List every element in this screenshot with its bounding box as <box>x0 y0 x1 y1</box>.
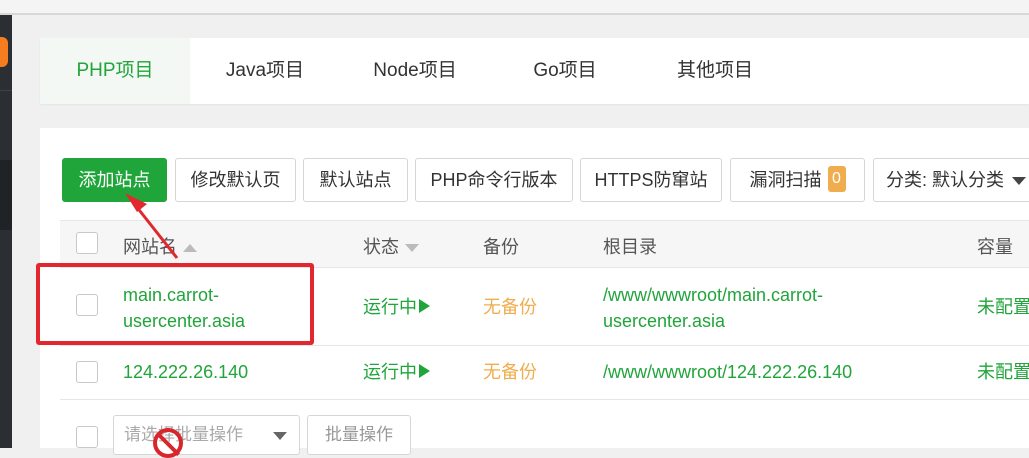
table-row: 124.222.26.140 运行中 无备份 /www/wwwroot/124.… <box>60 346 1029 400</box>
col-capacity: 容量 <box>977 237 1013 257</box>
capacity-link[interactable]: 未配置 <box>977 294 1029 320</box>
https-anti-hijack-button[interactable]: HTTPS防窜站 <box>580 158 722 202</box>
chevron-down-icon <box>1012 177 1027 186</box>
col-status[interactable]: 状态 <box>363 233 419 259</box>
col-root-dir: 根目录 <box>603 237 657 257</box>
table-header: 网站名 状态 备份 根目录 容量 <box>60 220 1029 268</box>
vuln-count-badge: 0 <box>827 166 846 193</box>
sort-desc-icon <box>405 244 419 253</box>
highlight-box-annotation <box>36 263 314 345</box>
forbidden-cursor-icon <box>153 428 183 458</box>
add-site-button[interactable]: 添加站点 <box>62 158 167 202</box>
batch-action-select[interactable]: 请选择批量操作 <box>113 415 300 455</box>
sidebar-divider <box>0 90 12 91</box>
php-cli-version-button[interactable]: PHP命令行版本 <box>415 158 573 202</box>
sort-asc-icon <box>183 244 197 253</box>
status-running[interactable]: 运行中 <box>363 294 430 320</box>
col-site-name[interactable]: 网站名 <box>123 233 197 259</box>
category-select[interactable]: 分类: 默认分类 <box>873 158 1029 202</box>
category-label: 分类: 默认分类 <box>886 170 1005 190</box>
project-tabs: PHP项目 Java项目 Node项目 Go项目 其他项目 <box>40 38 1029 104</box>
tab-php[interactable]: PHP项目 <box>40 38 190 104</box>
root-dir-link[interactable]: /www/wwwroot/main.carrot- usercenter.asi… <box>603 282 823 334</box>
tab-java[interactable]: Java项目 <box>190 38 340 104</box>
sidebar-active-indicator <box>0 37 8 67</box>
status-running[interactable]: 运行中 <box>363 359 430 385</box>
chevron-down-icon <box>273 432 287 440</box>
play-icon <box>419 299 430 314</box>
play-icon <box>419 364 430 379</box>
backup-link[interactable]: 无备份 <box>483 359 537 385</box>
sidebar-item-block[interactable] <box>0 160 12 230</box>
footer-select-all-checkbox[interactable] <box>76 426 98 448</box>
tab-go[interactable]: Go项目 <box>490 38 640 104</box>
edit-default-page-button[interactable]: 修改默认页 <box>175 158 296 202</box>
vuln-scan-label: 漏洞扫描 <box>749 170 822 190</box>
batch-action-button[interactable]: 批量操作 <box>307 415 411 455</box>
select-all-checkbox[interactable] <box>76 232 98 254</box>
col-backup: 备份 <box>483 237 519 257</box>
batch-action-placeholder: 请选择批量操作 <box>124 425 243 444</box>
default-site-button[interactable]: 默认站点 <box>303 158 408 202</box>
tab-node[interactable]: Node项目 <box>340 38 490 104</box>
row-checkbox[interactable] <box>76 361 98 383</box>
capacity-link[interactable]: 未配置 <box>977 359 1029 385</box>
backup-link[interactable]: 无备份 <box>483 294 537 320</box>
vuln-scan-button[interactable]: 漏洞扫描 0 <box>730 158 865 202</box>
root-dir-link[interactable]: /www/wwwroot/124.222.26.140 <box>603 359 852 385</box>
tab-other[interactable]: 其他项目 <box>640 38 790 104</box>
browser-top-strip <box>0 0 1029 15</box>
site-name-link[interactable]: 124.222.26.140 <box>123 359 248 385</box>
sidebar-edge <box>0 15 12 448</box>
